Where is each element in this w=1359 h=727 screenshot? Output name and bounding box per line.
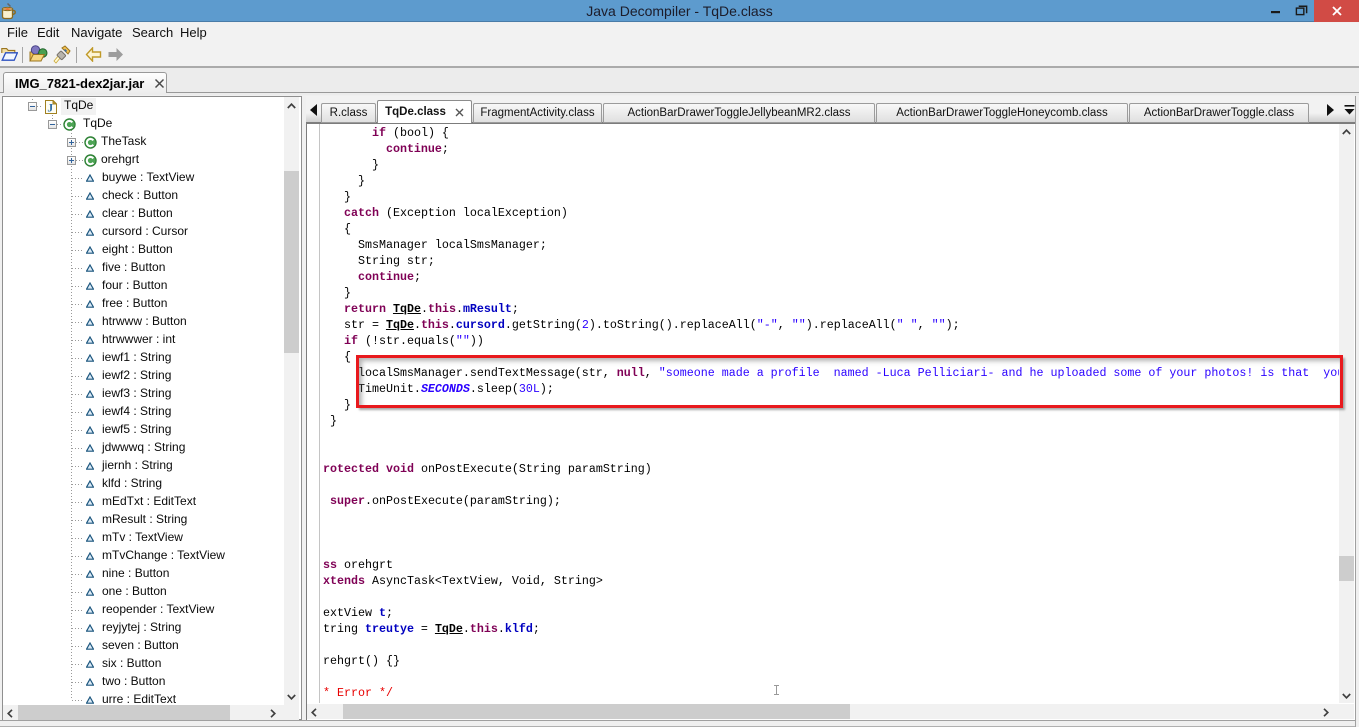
svg-text:J: J — [47, 102, 53, 114]
